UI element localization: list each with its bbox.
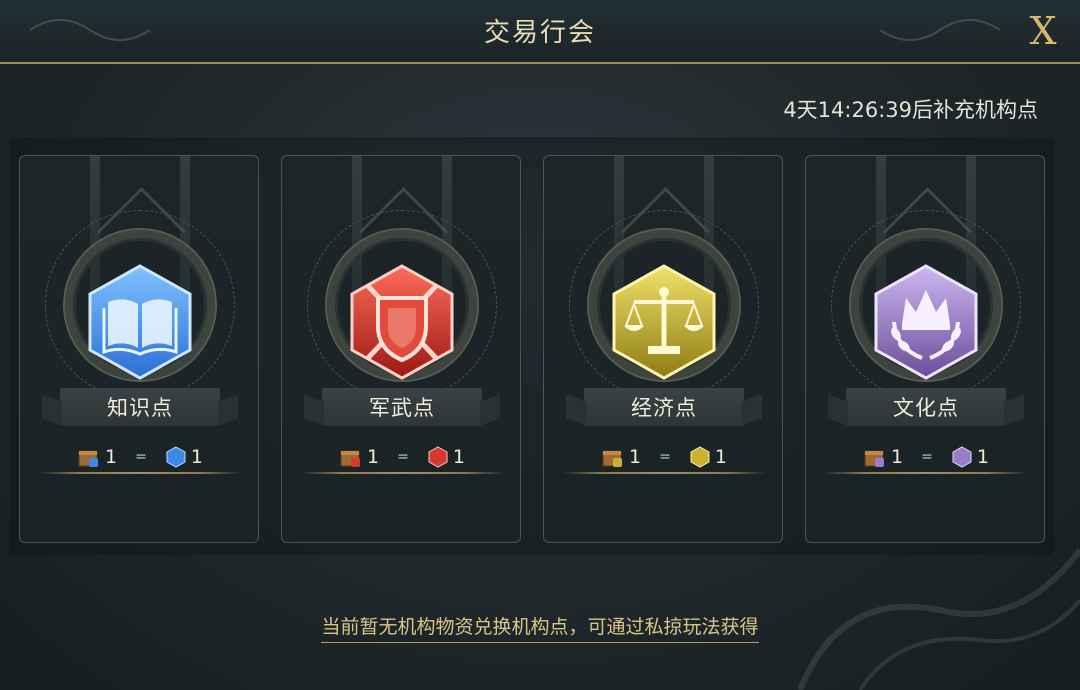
card-name: 军武点 <box>369 396 435 420</box>
crate-icon <box>340 450 361 467</box>
card-name-plate: 文化点 <box>846 388 1006 426</box>
crate-icon <box>602 450 623 467</box>
crown-laurel-icon <box>874 264 978 380</box>
divider <box>562 472 766 474</box>
replenish-timer: 4天14:26:39后补充机构点 <box>783 98 1038 122</box>
card-economy[interactable]: 经济点 1 = 1 <box>543 155 783 543</box>
exchange-notice-link[interactable]: 当前暂无机构物资兑换机构点，可通过私掠玩法获得 <box>0 612 1080 643</box>
exchange-rate: 1 = 1 <box>20 444 258 470</box>
card-name-plate: 军武点 <box>322 388 482 426</box>
card-military[interactable]: 军武点 1 = 1 <box>281 155 521 543</box>
card-knowledge[interactable]: 知识点 1 = 1 <box>19 155 259 543</box>
exchange-rate: 1 = 1 <box>282 444 520 470</box>
knowledge-point-icon <box>166 446 186 468</box>
card-name: 文化点 <box>893 396 959 420</box>
title-bar: 交易行会 X <box>0 0 1080 64</box>
culture-point-icon <box>952 446 972 468</box>
shield-swords-icon <box>350 264 454 380</box>
exchange-rate: 1 = 1 <box>544 444 782 470</box>
divider <box>300 472 504 474</box>
card-name: 知识点 <box>107 396 173 420</box>
card-name-plate: 知识点 <box>60 388 220 426</box>
close-button[interactable]: X <box>1020 8 1066 54</box>
divider <box>824 472 1028 474</box>
divider <box>38 472 242 474</box>
crate-icon <box>78 450 99 467</box>
scales-icon <box>612 264 716 380</box>
card-name: 经济点 <box>631 396 697 420</box>
crate-icon <box>864 450 885 467</box>
military-point-icon <box>428 446 448 468</box>
exchange-rate: 1 = 1 <box>806 444 1044 470</box>
economy-point-icon <box>690 446 710 468</box>
ornament-right <box>880 19 1000 41</box>
card-culture[interactable]: 文化点 1 = 1 <box>805 155 1045 543</box>
background-ornament <box>797 548 1080 690</box>
card-name-plate: 经济点 <box>584 388 744 426</box>
book-icon <box>88 264 192 380</box>
